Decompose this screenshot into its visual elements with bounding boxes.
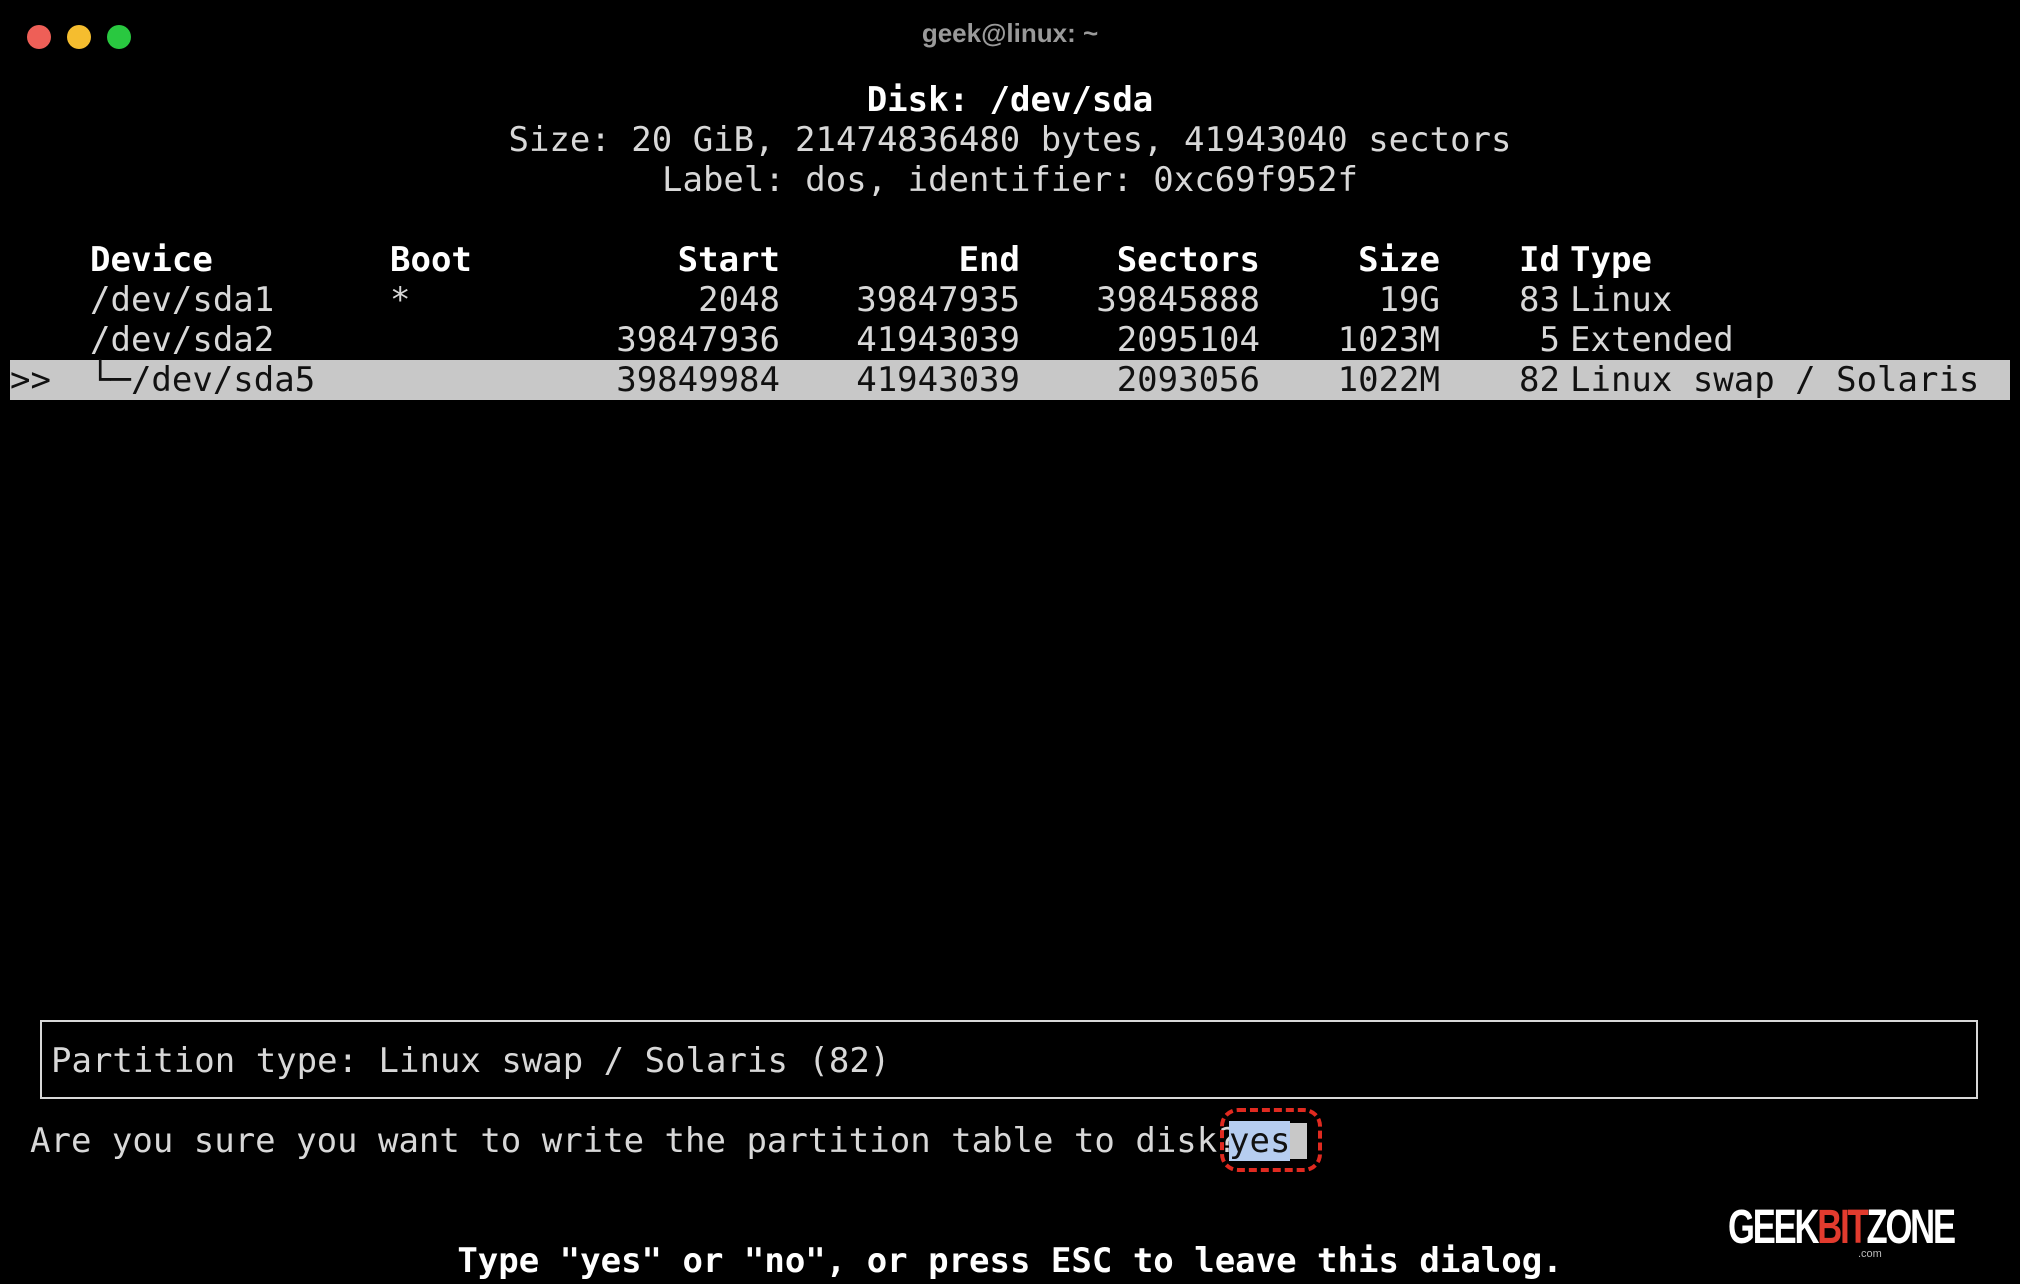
partition-sectors: 2093056 (1116, 360, 1260, 400)
partition-start: 39847936 (616, 320, 780, 360)
partition-start: 2048 (698, 280, 780, 320)
confirm-answer-input[interactable]: yes (1229, 1121, 1307, 1161)
partition-size: 19G (1378, 280, 1440, 320)
boot-flag: * (390, 280, 411, 320)
disk-label-info: Label: dos, identifier: 0xc69f952f (662, 160, 1358, 200)
partition-device: └─/dev/sda5 (90, 360, 316, 400)
partition-sectors: 39845888 (1096, 280, 1260, 320)
column-header-end: End (958, 240, 1020, 280)
dialog-hint: Type "yes" or "no", or press ESC to leav… (457, 1241, 1563, 1281)
partition-id: 82 (1519, 360, 1560, 400)
partition-device: /dev/sda1 (90, 280, 275, 320)
watermark-zone: ZONE (1866, 1201, 1956, 1254)
partition-id: 5 (1539, 320, 1560, 360)
partition-device: /dev/sda2 (90, 320, 275, 360)
column-header-device: Device (90, 240, 213, 280)
watermark-geek: GEEK (1728, 1201, 1819, 1254)
column-header-type: Type (1570, 240, 1652, 280)
column-header-sectors: Sectors (1116, 240, 1260, 280)
confirm-answer-value: yes (1229, 1121, 1291, 1161)
column-header-start: Start (677, 240, 780, 280)
partition-type-info: Partition type: Linux swap / Solaris (82… (51, 1041, 891, 1081)
partition-size: 1023M (1337, 320, 1440, 360)
partition-id: 83 (1519, 280, 1560, 320)
disk-title: Disk: /dev/sda (866, 80, 1154, 120)
partition-start: 39849984 (616, 360, 780, 400)
watermark-logo: GEEKBITZONE (1728, 1200, 1956, 1255)
watermark-bit: BIT (1817, 1201, 1868, 1254)
partition-sectors: 2095104 (1116, 320, 1260, 360)
partition-end: 39847935 (856, 280, 1020, 320)
column-header-id: Id (1519, 240, 1560, 280)
window-title: geek@linux: ~ (921, 18, 1099, 48)
disk-size-info: Size: 20 GiB, 21474836480 bytes, 4194304… (508, 120, 1512, 160)
partition-table-header: Device Boot Start End Sectors Size Id Ty… (10, 240, 2010, 280)
column-header-size: Size (1358, 240, 1440, 280)
partition-type: Linux (1570, 280, 1673, 320)
partition-row-sda1[interactable]: /dev/sda1 * 2048 39847935 39845888 19G 8… (10, 280, 2010, 320)
partition-info-box: Partition type: Linux swap / Solaris (82… (40, 1020, 1978, 1099)
partition-type: Extended (1570, 320, 1734, 360)
selection-marker: >> (10, 360, 51, 400)
partition-type: Linux swap / Solaris (1570, 360, 1980, 400)
watermark-suffix: .com (1858, 1248, 1882, 1260)
partition-row-sda5[interactable]: >> └─/dev/sda5 39849984 41943039 2093056… (10, 360, 2010, 400)
partition-end: 41943039 (856, 360, 1020, 400)
column-header-boot: Boot (390, 240, 472, 280)
confirm-question: Are you sure you want to write the parti… (30, 1121, 1238, 1161)
terminal-window: geek@linux: ~ Disk: /dev/sda Size: 20 Gi… (0, 0, 2020, 1284)
partition-end: 41943039 (856, 320, 1020, 360)
partition-size: 1022M (1337, 360, 1440, 400)
partition-row-sda2[interactable]: /dev/sda2 39847936 41943039 2095104 1023… (10, 320, 2010, 360)
